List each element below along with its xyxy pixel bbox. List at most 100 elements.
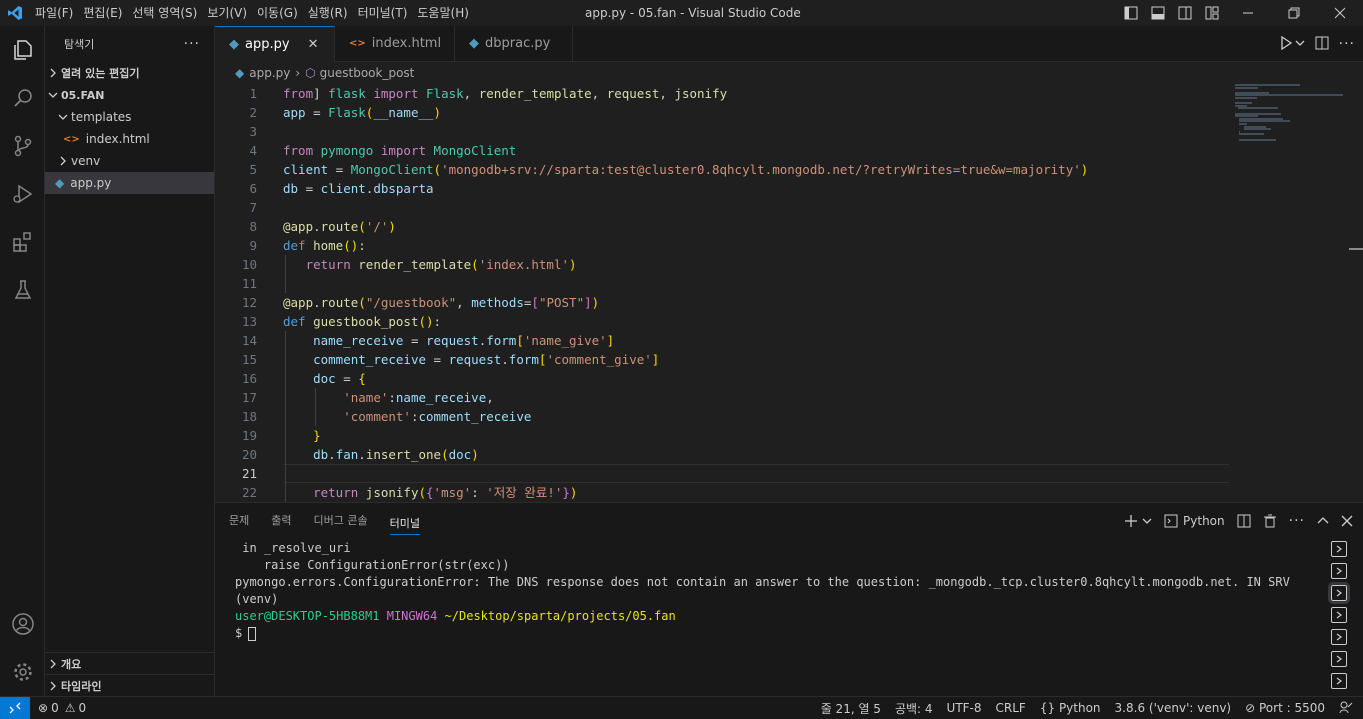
folder-label: 05.FAN: [61, 88, 105, 102]
python-interpreter[interactable]: 3.8.6 ('venv': venv): [1115, 701, 1232, 715]
tree-item[interactable]: ◆ app.py: [45, 172, 214, 194]
breadcrumb-symbol[interactable]: guestbook_post: [320, 66, 415, 80]
settings-gear-icon[interactable]: [0, 648, 45, 696]
live-server-port[interactable]: ⊘ Port : 5500: [1245, 701, 1325, 715]
end-of-line[interactable]: CRLF: [996, 701, 1026, 715]
encoding[interactable]: UTF-8: [947, 701, 982, 715]
menu-item[interactable]: 선택 영역(S): [127, 0, 202, 26]
panel-tab[interactable]: 문제: [229, 503, 249, 538]
code-line: 18 'comment':comment_receive: [215, 407, 1235, 426]
customize-layout-icon[interactable]: [1198, 0, 1225, 26]
chevron-right-icon: [55, 156, 71, 166]
code-line: 15 comment_receive = request.form['comme…: [215, 350, 1235, 369]
timeline-label: 타임라인: [61, 679, 102, 693]
code-line: 3: [215, 122, 1235, 141]
terminal-icon[interactable]: [1331, 629, 1347, 645]
toggle-secondary-sidebar-icon[interactable]: [1171, 0, 1198, 26]
code-text: return render_template('index.html'): [305, 257, 577, 272]
chevron-down-icon[interactable]: [1295, 37, 1305, 51]
extensions-icon[interactable]: [0, 218, 45, 266]
testing-icon[interactable]: [0, 266, 45, 314]
minimap[interactable]: [1235, 84, 1345, 154]
folder-section[interactable]: 05.FAN: [45, 84, 214, 106]
chevron-down-icon[interactable]: [1142, 516, 1152, 526]
source-control-icon[interactable]: [0, 122, 45, 170]
trash-icon[interactable]: [1263, 514, 1277, 528]
line-number: 17: [241, 390, 257, 405]
breadcrumb-file[interactable]: app.py: [249, 66, 290, 80]
more-icon[interactable]: ···: [1289, 513, 1305, 529]
explorer-title: 탐색기: [64, 38, 95, 51]
more-icon[interactable]: ···: [184, 36, 200, 52]
toggle-primary-sidebar-icon[interactable]: [1117, 0, 1144, 26]
close-icon[interactable]: ✕: [308, 37, 319, 52]
minimap-line: [1239, 133, 1264, 136]
maximize-icon[interactable]: [1317, 515, 1329, 527]
code-line: 21: [215, 464, 1235, 483]
editor-tab[interactable]: <> index.html: [335, 26, 455, 61]
code-text: client = MongoClient('mongodb+srv://spar…: [283, 162, 1089, 177]
indentation[interactable]: 공백: 4: [895, 700, 933, 717]
panel-tab[interactable]: 디버그 콘솔: [314, 503, 368, 538]
run-debug-icon[interactable]: [0, 170, 45, 218]
problems-status[interactable]: ⊗ 0 ⚠ 0: [38, 701, 86, 715]
terminal-icon[interactable]: [1331, 651, 1347, 667]
close-panel-icon[interactable]: [1341, 515, 1353, 527]
more-icon[interactable]: ···: [1339, 36, 1355, 52]
restore-icon[interactable]: [1271, 0, 1317, 26]
tab-label: dbprac.py: [485, 36, 551, 51]
editor-tab[interactable]: ◆ app.py ✕: [215, 26, 335, 62]
menu-item[interactable]: 이동(G): [252, 0, 303, 26]
code-text: def home():: [283, 238, 366, 253]
menu-item[interactable]: 실행(R): [303, 0, 353, 26]
account-icon[interactable]: [0, 600, 45, 648]
minimize-icon[interactable]: [1225, 0, 1271, 26]
open-editors-section[interactable]: 열려 있는 편집기: [45, 62, 214, 84]
line-number: 19: [241, 428, 257, 443]
search-icon[interactable]: [0, 74, 45, 122]
menu-item[interactable]: 터미널(T): [353, 0, 413, 26]
run-icon[interactable]: [1279, 35, 1293, 53]
split-editor-icon[interactable]: [1315, 36, 1329, 53]
close-window-icon[interactable]: [1317, 0, 1363, 26]
terminal-profile[interactable]: Python: [1164, 514, 1225, 528]
menu-item[interactable]: 보기(V): [202, 0, 252, 26]
plus-icon[interactable]: [1124, 514, 1138, 528]
tree-item[interactable]: <> index.html: [45, 128, 214, 150]
status-bar: ⊗ 0 ⚠ 0 줄 21, 열 5 공백: 4 UTF-8 CRLF {} Py…: [0, 696, 1363, 719]
terminal-icon: [1164, 514, 1178, 527]
line-number: 22: [241, 485, 257, 500]
method-symbol-icon: ⬡: [305, 66, 316, 80]
feedback-icon[interactable]: [1339, 700, 1353, 717]
activity-bar: [0, 26, 45, 696]
tree-item-label: app.py: [70, 176, 112, 190]
terminal-icon[interactable]: [1331, 563, 1347, 579]
terminal-icon[interactable]: [1331, 541, 1347, 557]
terminal-output[interactable]: in _resolve_uri raise ConfigurationError…: [235, 540, 1315, 642]
panel-tab[interactable]: 출력: [271, 503, 291, 538]
indent-guide: [285, 255, 286, 293]
terminal-icon[interactable]: [1331, 607, 1347, 623]
terminal-icon[interactable]: [1328, 582, 1350, 604]
outline-section[interactable]: 개요: [45, 652, 214, 674]
explorer-icon[interactable]: [0, 26, 45, 74]
terminal-input-line[interactable]: $: [235, 625, 1315, 642]
remote-icon[interactable]: [0, 697, 30, 719]
line-number: 4: [249, 143, 257, 158]
menu-item[interactable]: 파일(F): [30, 0, 78, 26]
panel-tab[interactable]: 터미널: [389, 507, 420, 535]
split-terminal-icon[interactable]: [1237, 514, 1251, 528]
menu-item[interactable]: 편집(E): [78, 0, 127, 26]
language-mode[interactable]: {} Python: [1040, 701, 1101, 715]
tree-item[interactable]: venv: [45, 150, 214, 172]
editor-tab[interactable]: ◆ dbprac.py: [455, 26, 573, 61]
tree-item[interactable]: templates: [45, 106, 214, 128]
chevron-down-icon: [55, 112, 71, 122]
timeline-section[interactable]: 타임라인: [45, 674, 214, 696]
vscode-logo-icon: [0, 0, 30, 26]
toggle-panel-icon[interactable]: [1144, 0, 1171, 26]
terminal-icon[interactable]: [1331, 673, 1347, 689]
menu-item[interactable]: 도움말(H): [412, 0, 474, 26]
cursor-position[interactable]: 줄 21, 열 5: [821, 700, 881, 717]
code-editor[interactable]: 1 from] flask import Flask, render_templa…: [215, 84, 1363, 502]
